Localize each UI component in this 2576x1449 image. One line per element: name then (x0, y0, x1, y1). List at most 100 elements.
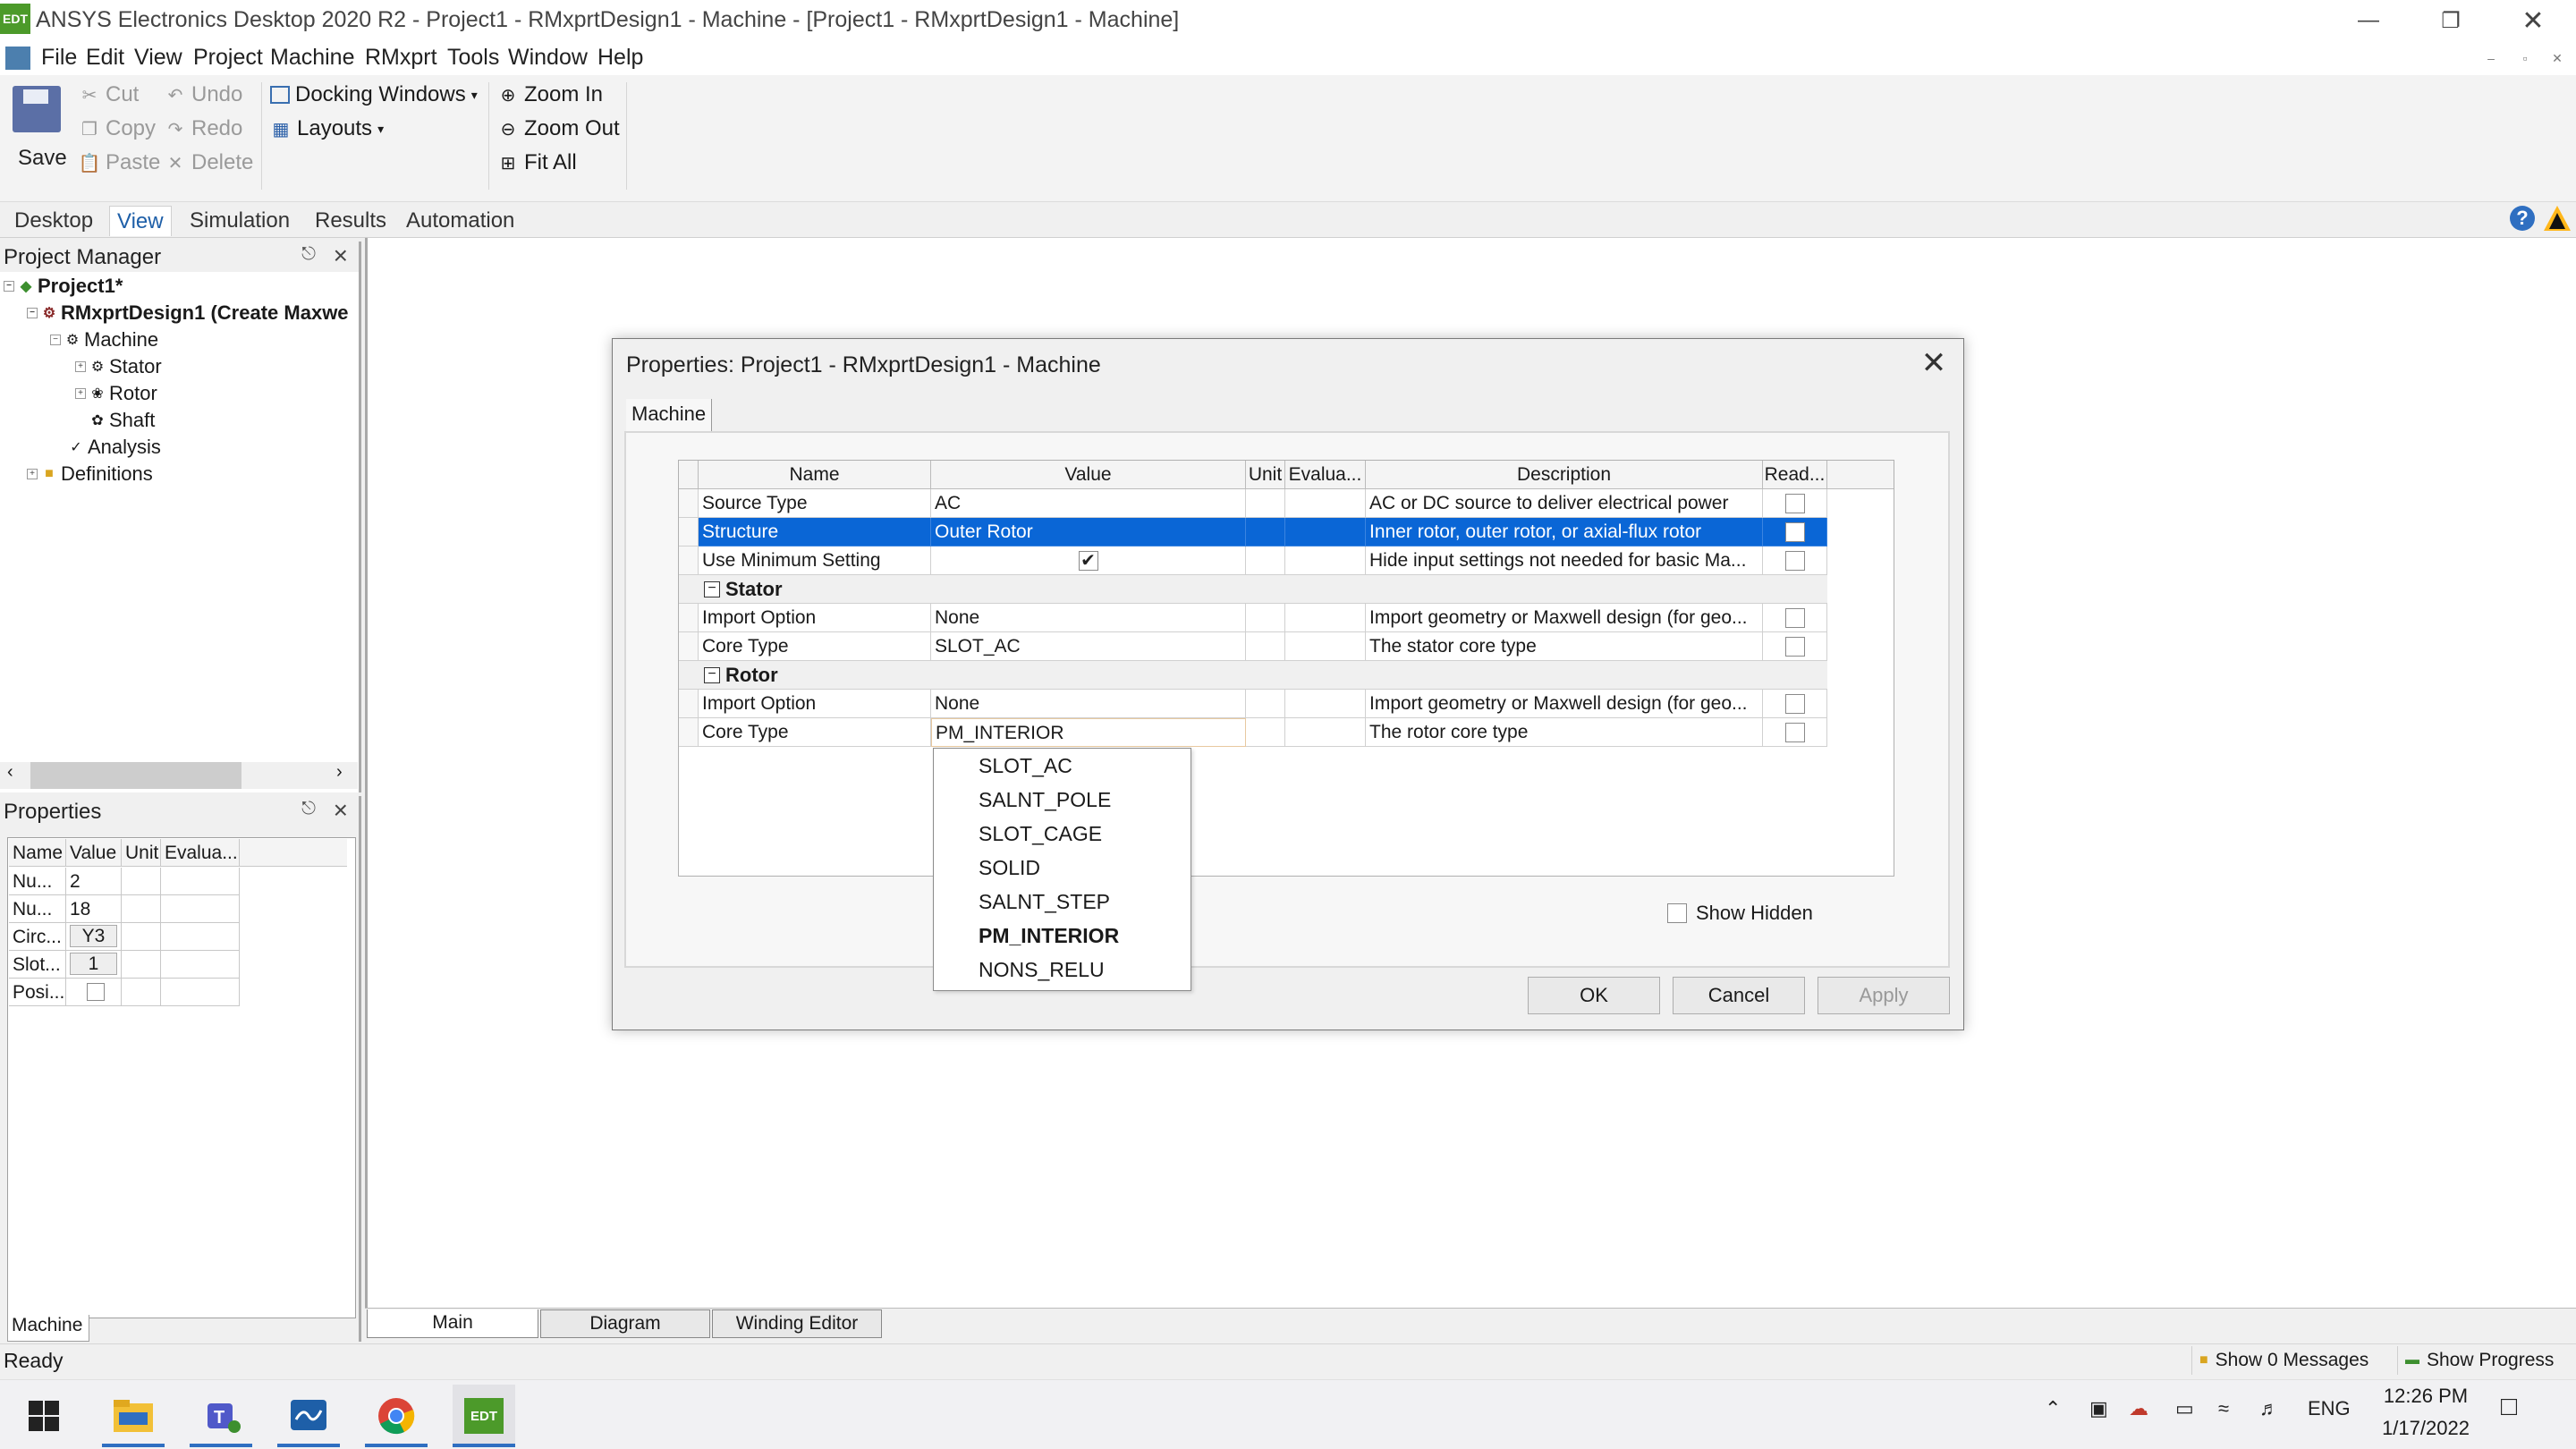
dialog-tab-machine[interactable]: Machine (626, 399, 713, 431)
tab-winding-editor[interactable]: Winding Editor (712, 1309, 882, 1338)
tree-item-rotor[interactable]: + ❀ Rotor (75, 382, 157, 405)
use-minimum-checkbox[interactable]: ✔ (1078, 550, 1098, 571)
table-row[interactable]: Circ... Y3 (9, 923, 240, 951)
restore-button[interactable]: ❐ (2410, 0, 2492, 41)
dropdown-option[interactable]: SLOT_CAGE (979, 822, 1102, 846)
tree-item-shaft[interactable]: ✿ Shaft (89, 409, 155, 432)
expand-icon[interactable]: + (75, 388, 86, 399)
show-hidden-option[interactable]: Show Hidden (1667, 902, 1813, 925)
mdi-close-icon[interactable]: ✕ (2544, 47, 2571, 70)
expand-icon[interactable]: + (27, 469, 38, 479)
property-value[interactable]: None (931, 690, 1246, 718)
table-row[interactable]: Nu... 2 (9, 868, 240, 895)
table-row[interactable]: Core Type SLOT_AC The stator core type (679, 632, 1827, 661)
tab-diagram[interactable]: Diagram (540, 1309, 710, 1338)
table-row[interactable]: Nu... 18 (9, 895, 240, 923)
menu-window[interactable]: Window (508, 45, 588, 71)
cut-button[interactable]: ✂ Cut (79, 82, 140, 107)
minimize-button[interactable]: — (2327, 0, 2410, 41)
menu-machine[interactable]: Machine (270, 45, 355, 71)
group-stator[interactable]: − Stator (679, 575, 1827, 604)
ok-button[interactable]: OK (1528, 977, 1660, 1014)
tab-main[interactable]: Main (367, 1309, 538, 1338)
dropdown-option[interactable]: NONS_RELU (979, 958, 1105, 982)
apply-button[interactable]: Apply (1818, 977, 1950, 1014)
zoom-out-button[interactable]: ⊖ Zoom Out (497, 116, 620, 141)
meet-now-icon[interactable]: ▣ (2089, 1397, 2108, 1420)
scrollbar-thumb[interactable] (30, 762, 242, 789)
notification-icon[interactable]: □ (2501, 1392, 2517, 1422)
property-value[interactable]: 18 (66, 895, 122, 923)
table-row[interactable]: Import Option None Import geometry or Ma… (679, 604, 1827, 632)
close-window-button[interactable]: ✕ (2492, 0, 2574, 41)
show-messages-button[interactable]: ■ Show 0 Messages (2191, 1346, 2376, 1375)
core-type-combobox[interactable]: PM_INTERIOR (931, 718, 1246, 747)
onedrive-icon[interactable]: ☁ (2129, 1397, 2148, 1420)
tab-desktop[interactable]: Desktop (7, 206, 100, 236)
property-value[interactable]: AC (931, 489, 1246, 518)
dropdown-option[interactable]: SLOT_AC (979, 754, 1072, 778)
pin-icon[interactable]: ⎋ (301, 244, 316, 265)
layouts-button[interactable]: ▦ Layouts ▾ (270, 116, 385, 141)
property-checkbox[interactable] (86, 983, 105, 1001)
document-icon[interactable] (5, 47, 30, 70)
table-row-selected[interactable]: Structure Outer Rotor Inner rotor, outer… (679, 518, 1827, 547)
tab-automation[interactable]: Automation (399, 206, 521, 236)
property-value[interactable]: None (931, 604, 1246, 632)
menu-help[interactable]: Help (597, 45, 643, 71)
show-progress-button[interactable]: ▬ Show Progress (2397, 1346, 2561, 1375)
menu-file[interactable]: File (41, 45, 77, 71)
tab-view[interactable]: View (109, 206, 172, 236)
dropdown-option[interactable]: SALNT_STEP (979, 890, 1110, 914)
collapse-icon[interactable]: − (50, 335, 61, 345)
collapse-icon[interactable]: − (704, 580, 720, 597)
paste-button[interactable]: 📋 Paste (79, 150, 161, 175)
edt-taskbar-icon[interactable]: EDT (453, 1385, 515, 1447)
readonly-checkbox[interactable] (1784, 607, 1805, 628)
table-row[interactable]: Core Type PM_INTERIOR The rotor core typ… (679, 718, 1827, 747)
redo-button[interactable]: ↷ Redo (165, 116, 243, 141)
menu-rmxprt[interactable]: RMxprt (365, 45, 437, 71)
readonly-checkbox[interactable] (1784, 636, 1805, 657)
dropdown-option[interactable]: SALNT_POLE (979, 788, 1111, 812)
clock-date[interactable]: 1/17/2022 (2370, 1417, 2481, 1440)
windows-start-icon[interactable] (13, 1385, 75, 1447)
menu-project[interactable]: Project (193, 45, 263, 71)
readonly-checkbox[interactable] (1784, 550, 1805, 571)
property-value[interactable]: Outer Rotor (931, 518, 1246, 547)
table-row[interactable]: Use Minimum Setting ✔ Hide input setting… (679, 547, 1827, 575)
wifi-icon[interactable]: ≈ (2218, 1397, 2229, 1420)
property-value-button[interactable]: Y3 (70, 925, 117, 947)
menu-view[interactable]: View (134, 45, 182, 71)
collapse-icon[interactable]: − (27, 308, 38, 318)
file-explorer-icon[interactable] (102, 1385, 165, 1447)
mdi-restore-icon[interactable]: ▫ (2512, 47, 2538, 70)
undo-button[interactable]: ↶ Undo (165, 82, 243, 107)
fit-all-button[interactable]: ⊞ Fit All (497, 150, 577, 175)
group-rotor[interactable]: − Rotor (679, 661, 1827, 690)
property-value-button[interactable]: 1 (70, 953, 117, 975)
tab-simulation[interactable]: Simulation (182, 206, 297, 236)
pin-icon[interactable]: ⎋ (301, 799, 316, 819)
dialog-close-icon[interactable]: ✕ (1916, 345, 1952, 381)
readonly-checkbox[interactable] (1784, 493, 1805, 513)
dropdown-option-selected[interactable]: PM_INTERIOR (979, 924, 1119, 948)
property-value[interactable]: SLOT_AC (931, 632, 1246, 661)
clock-time[interactable]: 12:26 PM (2376, 1385, 2476, 1408)
menu-edit[interactable]: Edit (86, 45, 124, 71)
cancel-button[interactable]: Cancel (1673, 977, 1805, 1014)
readonly-checkbox[interactable] (1784, 693, 1805, 714)
table-row[interactable]: Source Type AC AC or DC source to delive… (679, 489, 1827, 518)
battery-icon[interactable]: ▭ (2175, 1397, 2194, 1420)
tree-item-project[interactable]: − ◆ Project1* (4, 275, 123, 298)
tab-results[interactable]: Results (308, 206, 394, 236)
table-row[interactable]: Posi... (9, 979, 240, 1006)
properties-tab-machine[interactable]: Machine (7, 1315, 89, 1342)
help-icon[interactable]: ? (2510, 206, 2535, 231)
tree-item-machine[interactable]: − ⚙ Machine (50, 328, 158, 352)
close-icon[interactable]: × (334, 796, 348, 825)
table-row[interactable]: Slot... 1 (9, 951, 240, 979)
delete-button[interactable]: ✕ Delete (165, 150, 254, 175)
show-hidden-checkbox[interactable] (1667, 903, 1687, 923)
mdi-minimize-icon[interactable]: – (2478, 47, 2504, 70)
